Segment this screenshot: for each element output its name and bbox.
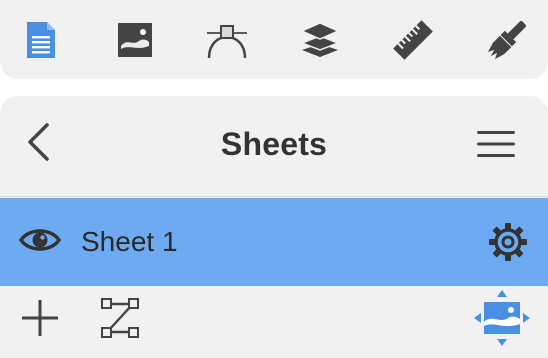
hamburger-menu-icon: [477, 130, 515, 163]
image-tool-button[interactable]: [111, 16, 159, 64]
panel-header: Sheets: [0, 96, 548, 197]
document-icon: [23, 20, 59, 60]
page-title: Sheets: [220, 126, 328, 162]
layers-tool-button[interactable]: [296, 16, 344, 64]
gear-icon: [488, 222, 528, 267]
connect-nodes-button[interactable]: [98, 297, 142, 343]
document-tool-button[interactable]: [17, 16, 65, 64]
bezier-curve-icon: [204, 20, 250, 60]
sheets-panel: Sheets Sheet 1: [0, 96, 548, 358]
ruler-tool-button[interactable]: [389, 16, 437, 64]
menu-button[interactable]: [474, 130, 518, 162]
sheet-name: Sheet 1: [81, 226, 178, 257]
path-nodes-icon: [100, 297, 140, 343]
image-icon: [115, 20, 155, 60]
plus-icon: [20, 298, 60, 343]
brush-tool-button[interactable]: [483, 16, 531, 64]
paintbrush-icon: [485, 18, 529, 62]
eye-icon: [18, 226, 62, 259]
sheet-actions-bar: [0, 286, 548, 358]
visibility-toggle[interactable]: [18, 224, 62, 260]
sheet-row[interactable]: Sheet 1: [0, 198, 548, 286]
tool-strip: [0, 0, 548, 79]
ruler-icon: [392, 19, 434, 61]
layers-icon: [298, 20, 342, 60]
image-move-arrows-icon: [472, 288, 532, 353]
move-image-button[interactable]: [472, 288, 532, 353]
sheet-settings-button[interactable]: [486, 222, 530, 266]
bezier-tool-button[interactable]: [203, 16, 251, 64]
add-sheet-button[interactable]: [18, 298, 62, 342]
